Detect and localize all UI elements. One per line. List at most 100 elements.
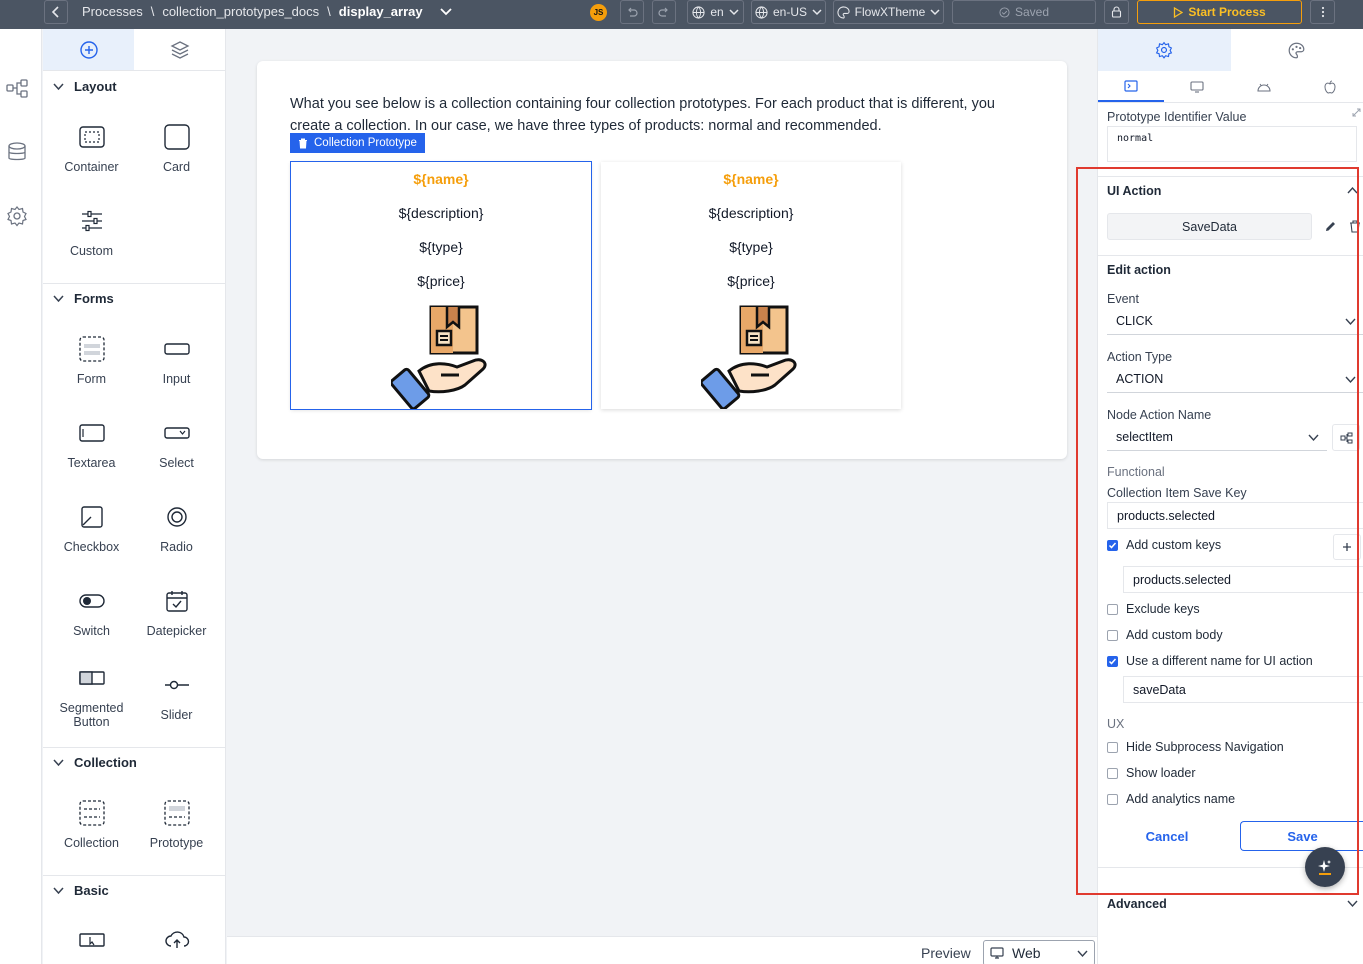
- chevron-up-icon[interactable]: [1347, 185, 1358, 196]
- breadcrumb-processes[interactable]: Processes: [82, 4, 143, 19]
- custom-body-label: Add custom body: [1126, 628, 1223, 642]
- database-icon[interactable]: [6, 141, 28, 163]
- theme-select[interactable]: FlowXTheme: [833, 0, 944, 24]
- ui-action-chip[interactable]: SaveData: [1107, 213, 1312, 240]
- settings-icon[interactable]: [6, 205, 28, 227]
- component-select[interactable]: Select: [134, 403, 219, 487]
- component-card[interactable]: Card: [134, 107, 219, 191]
- hide-nav-label: Hide Subprocess Navigation: [1126, 740, 1284, 754]
- component-checkbox[interactable]: Checkbox: [49, 487, 134, 571]
- tab-generic[interactable]: [1098, 71, 1165, 102]
- node-tree-button[interactable]: [1332, 424, 1360, 451]
- checkbox-checked[interactable]: [1107, 655, 1118, 667]
- section-forms[interactable]: Forms: [43, 283, 225, 313]
- show-loader-checkbox[interactable]: Show loader: [1107, 766, 1196, 780]
- checkbox-unchecked[interactable]: [1107, 767, 1118, 779]
- breadcrumb-separator: \: [150, 4, 155, 19]
- process-tree-icon[interactable]: [6, 78, 28, 100]
- add-key-button[interactable]: [1333, 534, 1361, 560]
- tab-ios[interactable]: [1297, 71, 1363, 102]
- checkbox-unchecked[interactable]: [1107, 793, 1118, 805]
- tab-add-components[interactable]: [43, 29, 134, 70]
- custom-key-input[interactable]: products.selected: [1123, 566, 1363, 593]
- node-action-select[interactable]: selectItem: [1107, 424, 1327, 451]
- avatar[interactable]: JS: [590, 4, 607, 21]
- trash-icon[interactable]: [1349, 220, 1361, 233]
- custom-body-checkbox[interactable]: Add custom body: [1107, 628, 1223, 642]
- locale-select[interactable]: en-US: [751, 0, 826, 24]
- more-menu-button[interactable]: [1310, 0, 1335, 24]
- preview-bar: Preview Web: [227, 936, 1097, 964]
- collection-prototype-card[interactable]: ${name} ${description} ${type} ${price}: [290, 161, 592, 410]
- component-collection[interactable]: Collection: [49, 783, 134, 867]
- tab-styles[interactable]: [1231, 29, 1363, 71]
- component-prototype[interactable]: Prototype: [134, 783, 219, 867]
- node-action-label: Node Action Name: [1107, 408, 1212, 422]
- analytics-name-checkbox[interactable]: Add analytics name: [1107, 792, 1235, 806]
- chevron-down-icon[interactable]: [439, 5, 453, 19]
- action-type-select[interactable]: ACTION: [1107, 366, 1363, 393]
- hide-subprocess-nav-checkbox[interactable]: Hide Subprocess Navigation: [1107, 740, 1284, 754]
- expand-icon[interactable]: [1352, 108, 1361, 117]
- chevron-down-icon[interactable]: [1347, 898, 1358, 909]
- checkbox-unchecked[interactable]: [1107, 629, 1118, 641]
- chevron-down-icon: [1077, 950, 1088, 957]
- tab-settings[interactable]: [1098, 29, 1231, 71]
- components-tabs: [43, 29, 225, 71]
- ai-assistant-button[interactable]: [1305, 847, 1345, 887]
- event-select[interactable]: CLICK: [1107, 308, 1363, 335]
- tab-web[interactable]: [1164, 71, 1230, 102]
- component-custom[interactable]: Custom: [49, 191, 134, 275]
- component-upload[interactable]: [134, 911, 219, 964]
- advanced-title[interactable]: Advanced: [1107, 897, 1167, 911]
- undo-button[interactable]: [620, 0, 644, 24]
- component-segmented-button[interactable]: Segmented Button: [49, 655, 134, 739]
- section-basic[interactable]: Basic: [43, 875, 225, 905]
- palette-icon: [1288, 42, 1305, 58]
- breadcrumb-process[interactable]: collection_prototypes_docs: [162, 4, 319, 19]
- collection-prototype-card[interactable]: ${name} ${description} ${type} ${price}: [601, 162, 901, 409]
- different-name-checkbox[interactable]: Use a different name for UI action: [1107, 654, 1313, 668]
- tab-android[interactable]: [1231, 71, 1297, 102]
- component-switch[interactable]: Switch: [49, 571, 134, 655]
- component-form[interactable]: Form: [49, 319, 134, 403]
- cancel-button[interactable]: Cancel: [1107, 821, 1227, 851]
- checkbox-checked[interactable]: [1107, 539, 1118, 551]
- custom-keys-checkbox[interactable]: Add custom keys: [1107, 538, 1221, 552]
- section-layout[interactable]: Layout: [43, 71, 225, 101]
- component-button[interactable]: [49, 911, 134, 964]
- start-process-button[interactable]: Start Process: [1137, 0, 1302, 24]
- breadcrumb-current: display_array: [338, 4, 423, 19]
- component-radio[interactable]: Radio: [134, 487, 219, 571]
- tab-layers[interactable]: [134, 29, 225, 70]
- section-title: Basic: [74, 883, 109, 898]
- save-button[interactable]: Save: [1240, 821, 1363, 851]
- checkbox-unchecked[interactable]: [1107, 741, 1118, 753]
- section-collection[interactable]: Collection: [43, 747, 225, 777]
- page-card[interactable]: What you see below is a collection conta…: [257, 61, 1067, 459]
- section-title: Forms: [74, 291, 114, 306]
- segmented-button-icon: [78, 665, 106, 691]
- product-hand-icon: [701, 305, 797, 409]
- checkbox-unchecked[interactable]: [1107, 603, 1118, 615]
- monitor-icon: [1190, 80, 1204, 93]
- component-slider[interactable]: Slider: [134, 655, 219, 739]
- component-container[interactable]: Container: [49, 107, 134, 191]
- redo-button[interactable]: [652, 0, 676, 24]
- component-textarea[interactable]: Textarea: [49, 403, 134, 487]
- language-select[interactable]: en: [687, 0, 744, 24]
- component-datepicker[interactable]: Datepicker: [134, 571, 219, 655]
- plus-circle-icon: [79, 40, 98, 59]
- ui-action-name-input[interactable]: saveData: [1123, 676, 1363, 703]
- collection-prototype-tag[interactable]: Collection Prototype: [290, 133, 425, 153]
- prototype-identifier-input[interactable]: normal: [1107, 126, 1357, 162]
- component-input[interactable]: Input: [134, 319, 219, 403]
- lock-button[interactable]: [1104, 0, 1129, 24]
- edit-action-title: Edit action: [1107, 263, 1171, 277]
- pencil-icon[interactable]: [1324, 220, 1337, 233]
- exclude-keys-checkbox[interactable]: Exclude keys: [1107, 602, 1200, 616]
- back-button[interactable]: [44, 0, 68, 24]
- preview-mode-select[interactable]: Web: [983, 940, 1095, 964]
- components-panel: Layout Container Card Custom Forms Form …: [43, 29, 226, 964]
- save-key-input[interactable]: products.selected: [1107, 502, 1363, 529]
